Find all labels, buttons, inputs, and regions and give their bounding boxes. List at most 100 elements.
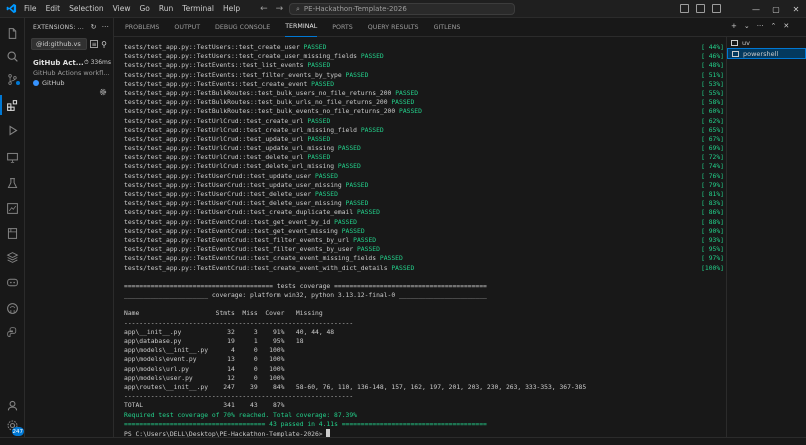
coverage-cell: 95%: [257, 338, 285, 345]
source-control-icon[interactable]: [0, 68, 25, 90]
test-result-line: tests/test_app.py::TestEventCrud::test_g…: [124, 227, 724, 236]
account-icon[interactable]: [0, 394, 25, 416]
explorer-icon[interactable]: [0, 22, 25, 44]
test-name: tests/test_app.py::TestUrlCrud::test_del…: [124, 154, 304, 162]
coverage-cell: 100%: [257, 365, 285, 373]
github-icon[interactable]: [0, 297, 25, 319]
test-progress: [ 88%]: [701, 218, 724, 226]
close-panel-icon[interactable]: ✕: [783, 22, 789, 30]
tab-output[interactable]: OUTPUT: [174, 18, 200, 37]
terminal-prompt-line[interactable]: PS C:\Users\DELL\Desktop\PE-Hackathon-Te…: [124, 428, 724, 437]
menu-item-edit[interactable]: Edit: [46, 4, 61, 13]
test-progress: [ 48%]: [701, 62, 724, 70]
tab-terminal[interactable]: TERMINAL: [285, 18, 318, 37]
run-debug-icon[interactable]: [0, 119, 25, 141]
remote-explorer-icon[interactable]: [0, 146, 25, 168]
coverage-cell: Cover: [257, 310, 285, 318]
manage-gear-icon[interactable]: 247: [0, 414, 25, 436]
test-name: tests/test_app.py::TestUsers::test_creat…: [124, 53, 357, 61]
terminal-dropdown-icon[interactable]: ⌄: [744, 22, 750, 30]
separator-line: ======================================= …: [124, 282, 724, 291]
filter-icon[interactable]: ⚲: [101, 40, 107, 49]
menu-item-selection[interactable]: Selection: [69, 4, 104, 13]
test-progress: [ 62%]: [701, 117, 724, 125]
containers-icon[interactable]: [0, 246, 25, 268]
testing-icon[interactable]: [0, 172, 25, 194]
source-control-badge: [16, 81, 20, 85]
test-progress: [ 44%]: [701, 44, 724, 51]
copilot-icon[interactable]: [0, 271, 25, 293]
terminal-list: uv powershell: [726, 37, 806, 437]
tab-problems[interactable]: PROBLEMS: [125, 18, 159, 37]
test-result-line: tests/test_app.py::TestUrlCrud::test_cre…: [124, 126, 724, 135]
new-terminal-icon[interactable]: +: [731, 22, 737, 30]
menu-item-go[interactable]: Go: [139, 4, 149, 13]
menu-item-terminal[interactable]: Terminal: [182, 4, 214, 13]
menu-item-help[interactable]: Help: [223, 4, 240, 13]
tab-debug-console[interactable]: DEBUG CONSOLE: [215, 18, 270, 37]
refresh-icon[interactable]: ↻: [91, 23, 97, 31]
status-bar: [0, 437, 806, 445]
manage-badge: 247: [11, 427, 24, 436]
extension-gear-icon[interactable]: [99, 81, 107, 100]
publisher-name: GitHub: [42, 79, 65, 87]
test-name: tests/test_app.py::TestEventCrud::test_f…: [124, 236, 350, 244]
toggle-sidebar-icon[interactable]: [680, 4, 689, 13]
test-status: PASSED: [303, 44, 327, 51]
menu-item-view[interactable]: View: [113, 4, 131, 13]
forward-arrow-icon[interactable]: →: [276, 4, 284, 14]
coverage-cell: 12: [215, 374, 235, 382]
table-divider: ----------------------------------------…: [124, 393, 354, 401]
toggle-panel-icon[interactable]: [696, 4, 705, 13]
extensions-icon[interactable]: [0, 94, 25, 116]
menu-item-run[interactable]: Run: [159, 4, 173, 13]
window-controls: — ▢ ✕: [746, 0, 806, 18]
tab-ports[interactable]: PORTS: [332, 18, 353, 37]
docker-icon[interactable]: [0, 222, 25, 244]
close-icon[interactable]: ✕: [786, 5, 806, 14]
python-icon[interactable]: [0, 321, 25, 343]
coverage-cell: 341: [215, 402, 235, 410]
extension-item[interactable]: GitHub Act... ⏱ 336ms GitHub Actions wor…: [25, 59, 113, 96]
back-arrow-icon[interactable]: ←: [260, 4, 268, 14]
terminal-list-item[interactable]: powershell: [727, 48, 806, 59]
maximize-icon[interactable]: ▢: [766, 5, 786, 14]
test-status: PASSED: [307, 62, 331, 70]
coverage-cell: 18: [284, 338, 304, 345]
extension-search-input[interactable]: @id:github.vs: [31, 38, 88, 50]
toggle-secondary-sidebar-icon[interactable]: [712, 4, 721, 13]
maximize-panel-icon[interactable]: ⌃: [770, 22, 776, 30]
search-icon[interactable]: [0, 45, 25, 67]
test-progress: [ 46%]: [701, 53, 724, 61]
separator-label: coverage: platform win32, python 3.13.12…: [211, 292, 396, 300]
separator-rule: ______________________: [124, 292, 212, 300]
github-actions-icon[interactable]: [0, 197, 25, 219]
test-result-line: tests/test_app.py::TestBulkRoutes::test_…: [124, 89, 724, 98]
menu-item-file[interactable]: File: [24, 4, 37, 13]
coverage-cell: 87%: [257, 402, 285, 410]
test-status: PASSED: [399, 108, 422, 116]
coverage-cell: 58-60, 76, 110, 136-148, 157, 162, 197, …: [284, 383, 587, 391]
coverage-cell: 40, 44, 48: [284, 328, 335, 336]
coverage-cell: Stmts: [215, 310, 235, 318]
activation-time-text: 336ms: [90, 59, 112, 66]
test-name: tests/test_app.py::TestEventCrud::test_c…: [124, 255, 377, 263]
title-bar: File Edit Selection View Go Run Terminal Help ←…: [0, 0, 806, 18]
terminal-list-item[interactable]: uv: [727, 37, 806, 48]
coverage-cell: 19: [215, 338, 235, 345]
clear-filter-icon[interactable]: ≡: [90, 40, 99, 48]
command-center-search[interactable]: ⌕ PE-Hackathon-Template-2026: [289, 3, 515, 15]
more-actions-icon[interactable]: ···: [757, 22, 764, 30]
test-result-line: tests/test_app.py::TestEvents::test_list…: [124, 61, 724, 70]
sidebar-header: EXTENSIONS: ... ↻ ···: [25, 18, 113, 36]
more-actions-icon[interactable]: ···: [102, 23, 109, 31]
separator-label: tests coverage: [276, 282, 331, 290]
coverage-cell: 84%: [257, 383, 285, 391]
tab-query-results[interactable]: QUERY RESULTS: [368, 18, 419, 37]
tab-gitlens[interactable]: GITLENS: [434, 18, 461, 37]
terminal-cursor: [326, 428, 331, 437]
test-status: PASSED: [314, 172, 338, 180]
terminal-output[interactable]: tests/test_app.py::TestUsers::test_creat…: [124, 43, 724, 437]
minimize-icon[interactable]: —: [746, 5, 766, 14]
coverage-cell: app\database.py: [124, 338, 216, 345]
